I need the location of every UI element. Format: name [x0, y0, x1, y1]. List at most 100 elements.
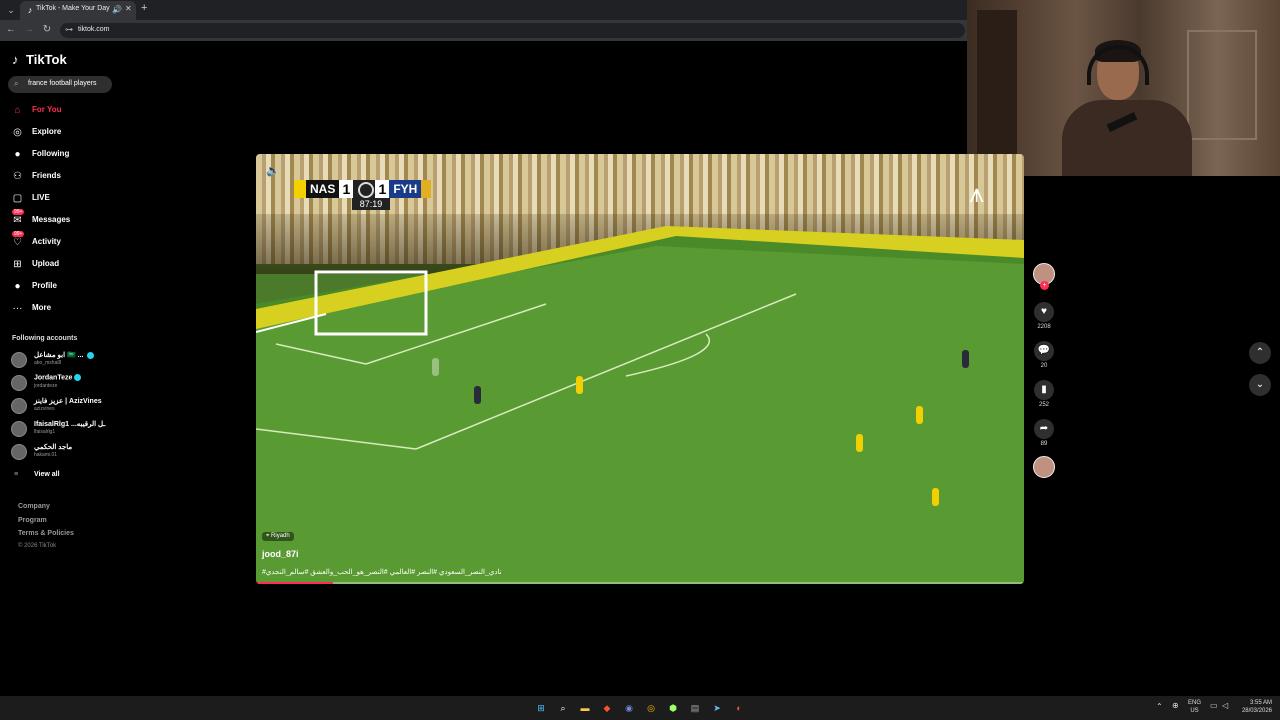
clock-area[interactable]: 3:55 AM 28/03/2026: [1238, 699, 1272, 715]
previous-video-chevron-up-icon[interactable]: ⌃: [1249, 342, 1271, 364]
video-progress-bar[interactable]: [256, 582, 1024, 584]
file-explorer-icon[interactable]: ▬: [578, 701, 592, 715]
live-tv-icon: ▢: [12, 193, 23, 204]
activity-icon: ♡: [13, 237, 22, 248]
brave-browser-icon[interactable]: ◆: [600, 701, 614, 715]
sidebar-item-label: LIVE: [32, 193, 50, 202]
following-avatar-icon: ●: [14, 149, 21, 160]
search-input[interactable]: ⌕ france football players: [8, 76, 112, 93]
broadcaster-logo-icon: ⩚: [969, 178, 984, 208]
chrome-icon[interactable]: ◎: [644, 701, 658, 715]
music-disc-icon: [1033, 456, 1055, 478]
home-player: [916, 406, 923, 424]
tab-title: TikTok - Make Your Day: [36, 5, 110, 12]
sidebar-item-label: Messages: [32, 215, 71, 224]
creator-avatar-button[interactable]: +: [1033, 263, 1055, 290]
comment-count: 20: [1040, 363, 1048, 369]
away-score: 1: [375, 180, 390, 198]
like-action[interactable]: ♥ 2208: [1033, 302, 1055, 330]
sidebar-item-label: Activity: [32, 237, 61, 246]
site-info-icon[interactable]: ⊶: [65, 25, 73, 34]
tab-close-icon[interactable]: ✕: [125, 4, 132, 13]
sidebar-item-activity[interactable]: ♡ 99+ Activity: [10, 231, 110, 252]
next-video-chevron-down-icon[interactable]: ⌄: [1249, 374, 1271, 396]
music-disc-button[interactable]: [1033, 456, 1055, 478]
obs-record-icon[interactable]: ◐: [732, 701, 746, 715]
video-caption[interactable]: #نادي_النصر_السعودي #النصر #العالمي #الن…: [262, 568, 502, 576]
message-icon: ✉: [13, 215, 22, 226]
share-action[interactable]: ➦ 89: [1033, 419, 1055, 447]
volume-icon[interactable]: 🔈: [266, 164, 280, 177]
comment-action[interactable]: 💬 20: [1033, 341, 1055, 369]
forward-arrow-icon[interactable]: →: [23, 24, 35, 35]
sidebar-item-messages[interactable]: ✉ 99+ Messages: [10, 209, 110, 230]
away-player: [474, 386, 481, 404]
save-action[interactable]: ▮ 252: [1033, 380, 1055, 408]
match-clock: 87:19: [352, 198, 390, 210]
upload-plus-icon: ⊞: [13, 259, 22, 270]
following-account-item[interactable]: ماجد الحكمي hakami.01: [10, 442, 120, 462]
tray-mic-icon[interactable]: ⊕: [1172, 702, 1179, 710]
browser-tab-tiktok[interactable]: ♪ TikTok - Make Your Day 🔊 ✕: [20, 1, 136, 20]
network-icon[interactable]: ▭: [1210, 702, 1218, 710]
account-avatar: [11, 421, 27, 437]
following-account-item[interactable]: IfaisalRlg1 ...ـل الرقيبه lfaisalrlg1: [10, 419, 120, 439]
account-avatar: [11, 352, 27, 368]
away-player: [962, 350, 969, 368]
volume-tray-icon[interactable]: ◁: [1222, 702, 1228, 710]
app-hexagon-icon[interactable]: ⬢: [666, 701, 680, 715]
taskbar-date: 28/03/2026: [1241, 708, 1272, 714]
url-text: tiktok.com: [78, 26, 110, 33]
footer-terms-link[interactable]: Terms & Policies: [18, 530, 74, 537]
sidebar-item-profile[interactable]: ● Profile: [10, 278, 110, 296]
windows-start-icon[interactable]: ⊞: [534, 701, 548, 715]
home-player: [856, 434, 863, 452]
bookmark-icon[interactable]: ▮: [1034, 380, 1054, 400]
sidebar-item-label: For You: [32, 105, 62, 114]
footer-company-link[interactable]: Company: [18, 503, 50, 510]
view-all-link[interactable]: View all: [34, 471, 60, 478]
sidebar-item-explore[interactable]: ◎ Explore: [10, 124, 110, 142]
comment-icon[interactable]: 💬: [1034, 341, 1054, 361]
sidebar-item-upload[interactable]: ⊞ Upload: [10, 256, 110, 274]
tray-chevron-up-icon[interactable]: ⌃: [1156, 703, 1163, 711]
sidebar-item-for-you[interactable]: ⌂ For You: [10, 102, 110, 120]
sidebar-item-friends[interactable]: ⚇ Friends: [10, 168, 110, 186]
language-indicator[interactable]: ENG US: [1188, 699, 1201, 715]
sidebar-item-following[interactable]: ● Following: [10, 146, 110, 164]
steam-icon[interactable]: ➤: [710, 701, 724, 715]
account-name: ماجد الحكمي: [34, 443, 72, 451]
location-tag[interactable]: ⌖ Riyadh: [262, 532, 294, 541]
account-name: ابو مشاعل 🇸🇦 ...: [34, 351, 95, 359]
following-account-item[interactable]: ابو مشاعل 🇸🇦 ... abo_mshal8: [10, 350, 120, 370]
share-arrow-icon[interactable]: ➦: [1034, 419, 1054, 439]
home-player: [932, 488, 939, 506]
back-arrow-icon[interactable]: ←: [5, 24, 17, 35]
sidebar-item-more[interactable]: ··· More: [10, 300, 110, 318]
video-player[interactable]: NAS 1 1 FYH 87:19 🔈 ⩚ ⌖ Riyadh jood_87i …: [256, 154, 1024, 584]
discord-icon[interactable]: ◉: [622, 701, 636, 715]
notepad-icon[interactable]: ▤: [688, 701, 702, 715]
new-tab-button[interactable]: +: [141, 2, 147, 14]
heart-icon[interactable]: ♥: [1034, 302, 1054, 322]
sidebar-item-live[interactable]: ▢ LIVE: [10, 190, 110, 208]
following-account-item[interactable]: عزيز فاينز | AzizVines azizvines: [10, 396, 120, 416]
account-handle: jordanteze: [34, 383, 58, 389]
video-author[interactable]: jood_87i: [262, 549, 299, 559]
taskbar-search-icon[interactable]: ⌕: [556, 701, 570, 715]
following-account-item[interactable]: JordanTeze jordanteze: [10, 373, 120, 393]
tab-audio-icon[interactable]: 🔊: [112, 5, 122, 14]
address-bar[interactable]: ⊶ tiktok.com: [60, 23, 965, 38]
account-handle: azizvines: [34, 406, 55, 412]
account-name-text: ابو مشاعل 🇸🇦 ...: [34, 352, 86, 359]
reload-icon[interactable]: ↻: [41, 24, 53, 35]
account-name-text: JordanTeze: [34, 374, 73, 382]
verified-badge-icon: [87, 351, 95, 359]
follow-plus-icon[interactable]: +: [1040, 281, 1049, 290]
home-score: 1: [339, 180, 354, 198]
tab-search-chevron-icon[interactable]: ⌄: [4, 3, 18, 17]
footer-program-link[interactable]: Program: [18, 517, 47, 524]
tiktok-logo[interactable]: ♪ TikTok: [12, 52, 67, 67]
sidebar-item-label: Friends: [32, 171, 61, 180]
sidebar-item-label: Profile: [32, 281, 57, 290]
